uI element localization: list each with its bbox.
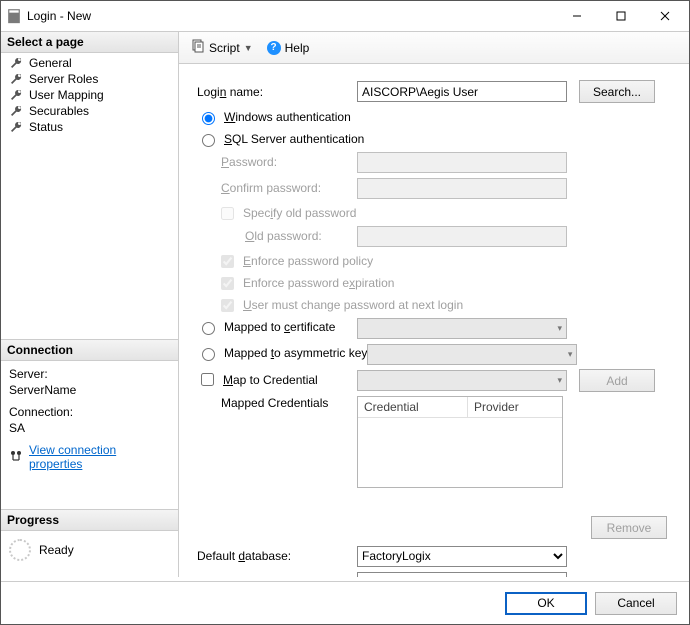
specify-old-password-checkbox (221, 207, 234, 220)
enforce-expiration-checkbox (221, 277, 234, 290)
enforce-policy-row: Enforce password policy (197, 251, 677, 271)
sidebar-item-label: General (29, 56, 72, 70)
map-credential-row[interactable]: Map to Credential (197, 370, 357, 390)
sidebar-item-label: User Mapping (29, 88, 104, 102)
progress-ring-icon (9, 539, 31, 561)
enforce-expiration-row: Enforce password expiration (197, 273, 677, 293)
progress-body: Ready (1, 531, 178, 569)
map-credential-label: Map to Credential (223, 373, 318, 387)
sidebar-item-securables[interactable]: Securables (5, 103, 174, 119)
script-button[interactable]: Script ▼ (187, 37, 257, 58)
app-icon (7, 9, 21, 23)
page-list: General Server Roles User Mapping Securable… (1, 53, 178, 137)
default-language-select[interactable]: <default> (357, 572, 567, 578)
mapped-asym-label: Mapped to asymmetric key (224, 346, 367, 360)
login-name-input[interactable] (357, 81, 567, 102)
sql-auth-radio[interactable] (202, 134, 215, 147)
search-button[interactable]: Search... (579, 80, 655, 103)
connection-label: Connection: (9, 405, 170, 419)
dialog-footer: OK Cancel (1, 582, 689, 624)
server-label: Server: (9, 367, 170, 381)
window-buttons (555, 2, 687, 30)
password-label: Password: (197, 155, 357, 169)
sidebar-item-general[interactable]: General (5, 55, 174, 71)
enforce-policy-label: Enforce password policy (243, 254, 373, 268)
must-change-row: User must change password at next login (197, 295, 677, 315)
sql-auth-radio-row[interactable]: SQL Server authentication (197, 129, 677, 149)
specify-old-password-label: Specify old password (243, 206, 356, 220)
mapped-cert-label: Mapped to certificate (224, 320, 335, 334)
sidebar-item-user-mapping[interactable]: User Mapping (5, 87, 174, 103)
progress-status: Ready (39, 543, 74, 557)
wrench-icon (9, 72, 23, 86)
must-change-checkbox (221, 299, 234, 312)
wrench-icon (9, 120, 23, 134)
wrench-icon (9, 104, 23, 118)
mapped-asym-radio-row[interactable]: Mapped to asymmetric key (197, 343, 367, 363)
mapped-cert-combo: ▾ (357, 318, 567, 339)
mapped-cert-radio[interactable] (202, 322, 215, 335)
help-label: Help (285, 41, 310, 55)
provider-column-header: Provider (468, 397, 525, 417)
script-label: Script (209, 41, 240, 55)
sidebar-item-status[interactable]: Status (5, 119, 174, 135)
enforce-expiration-label: Enforce password expiration (243, 276, 394, 290)
sql-auth-label: SQL Server authentication (224, 132, 364, 146)
sidebar-item-label: Server Roles (29, 72, 98, 86)
form-area: Login name: Search... Windows authentica… (179, 64, 689, 577)
wrench-icon (9, 56, 23, 70)
old-password-label: Old password: (197, 229, 357, 243)
mapped-credentials-table: Credential Provider (357, 396, 563, 488)
view-connection-properties-link[interactable]: View connection properties (29, 443, 170, 471)
windows-auth-radio-row[interactable]: Windows authentication (197, 107, 677, 127)
window-title: Login - New (27, 9, 555, 23)
minimize-button[interactable] (555, 2, 599, 30)
windows-auth-label: Windows authentication (224, 110, 351, 124)
specify-old-password-row: Specify old password (197, 203, 677, 223)
mapped-cert-radio-row[interactable]: Mapped to certificate (197, 317, 357, 337)
enforce-policy-checkbox (221, 255, 234, 268)
add-button: Add (579, 369, 655, 392)
map-credential-combo: ▾ (357, 370, 567, 391)
remove-button: Remove (591, 516, 667, 539)
connection-value: SA (9, 421, 170, 435)
help-button[interactable]: ? Help (263, 39, 314, 57)
script-icon (191, 39, 205, 56)
windows-auth-radio[interactable] (202, 112, 215, 125)
credential-column-header: Credential (358, 397, 468, 417)
old-password-input (357, 226, 567, 247)
close-button[interactable] (643, 2, 687, 30)
maximize-button[interactable] (599, 2, 643, 30)
map-credential-checkbox[interactable] (201, 373, 214, 386)
default-language-label: Default language: (197, 575, 357, 577)
chevron-down-icon: ▼ (244, 43, 253, 53)
must-change-label: User must change password at next login (243, 298, 463, 312)
confirm-password-label: Confirm password: (197, 181, 357, 195)
right-panel: Script ▼ ? Help Login name: Search... Wi… (179, 32, 689, 577)
left-panel: Select a page General Server Roles User Ma… (1, 32, 179, 577)
connection-body: Server: ServerName Connection: SA View c… (1, 361, 178, 479)
cancel-button[interactable]: Cancel (595, 592, 677, 615)
help-icon: ? (267, 41, 281, 55)
default-database-select[interactable]: FactoryLogix (357, 546, 567, 567)
sidebar-item-label: Securables (29, 104, 89, 118)
mapped-asym-combo: ▾ (367, 344, 577, 365)
connection-properties-icon (9, 449, 23, 466)
sidebar-item-label: Status (29, 120, 63, 134)
wrench-icon (9, 88, 23, 102)
select-page-header: Select a page (1, 32, 178, 53)
server-value: ServerName (9, 383, 170, 397)
mapped-credentials-label: Mapped Credentials (197, 396, 357, 410)
connection-header: Connection (1, 339, 178, 361)
confirm-password-input (357, 178, 567, 199)
password-input (357, 152, 567, 173)
sidebar-item-server-roles[interactable]: Server Roles (5, 71, 174, 87)
login-name-label: Login name: (197, 85, 357, 99)
toolbar: Script ▼ ? Help (179, 32, 689, 64)
ok-button[interactable]: OK (505, 592, 587, 615)
mapped-asym-radio[interactable] (202, 348, 215, 361)
default-database-label: Default database: (197, 549, 357, 563)
title-bar: Login - New (1, 1, 689, 31)
progress-header: Progress (1, 509, 178, 531)
